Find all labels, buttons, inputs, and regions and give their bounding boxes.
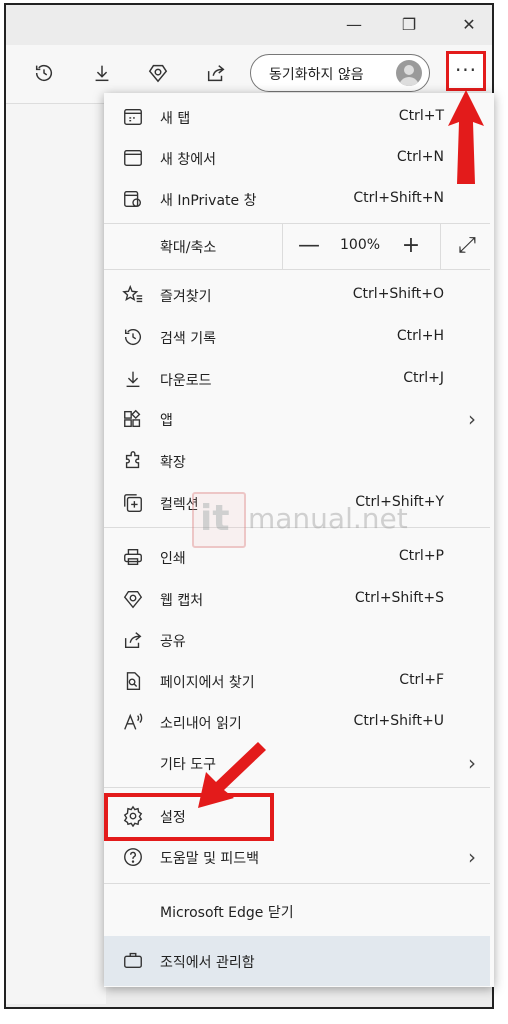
managed-label: 조직에서 관리함	[160, 955, 255, 971]
restore-button[interactable]: ❐	[396, 13, 422, 37]
shortcut-label: Ctrl+Shift+O	[352, 286, 444, 302]
history-icon	[122, 326, 144, 348]
find-icon	[122, 670, 144, 692]
avatar	[396, 60, 422, 86]
down-left-arrow-annotation	[198, 742, 266, 808]
menu-item-new-inprivate[interactable]: 새 InPrivate 창 Ctrl+Shift+N	[104, 179, 490, 219]
menu-item-label: 다운로드	[160, 373, 212, 389]
menu-item-label: 도움말 및 피드백	[160, 851, 260, 867]
menu-item-history[interactable]: 검색 기록 Ctrl+H	[104, 317, 490, 357]
zoom-row: 확대/축소 — 100% + ⤢	[104, 223, 490, 269]
close-window-button[interactable]: ✕	[456, 13, 482, 37]
collections-icon	[122, 492, 144, 514]
new-window-icon	[122, 147, 144, 169]
minimize-button[interactable]: —	[341, 13, 367, 37]
watermark-mark: it	[200, 498, 230, 539]
menu-item-label: 웹 캡처	[160, 593, 204, 609]
watermark-text: manual.net	[248, 502, 408, 535]
menu-item-new-tab[interactable]: 새 탭 Ctrl+T	[104, 97, 490, 137]
menu-item-downloads[interactable]: 다운로드 Ctrl+J	[104, 359, 490, 399]
web-capture-icon	[122, 588, 144, 610]
new-tab-icon	[122, 106, 144, 128]
page-content-area	[6, 104, 106, 1004]
menu-item-label: 인쇄	[160, 551, 186, 567]
zoom-divider	[440, 223, 441, 269]
shortcut-label: Ctrl+T	[398, 108, 444, 124]
shortcut-label: Ctrl+Shift+U	[353, 713, 444, 729]
menu-item-label: 검색 기록	[160, 331, 216, 347]
menu-item-label: 소리내어 읽기	[160, 716, 242, 732]
up-arrow-annotation	[448, 90, 484, 184]
chevron-right-icon: ›	[468, 407, 476, 431]
menu-item-help-feedback[interactable]: 도움말 및 피드백 ›	[104, 837, 490, 877]
download-icon[interactable]	[88, 59, 116, 87]
menu-item-share[interactable]: 공유	[104, 620, 490, 660]
menu-item-label: 공유	[160, 634, 186, 650]
menu-item-read-aloud[interactable]: 소리내어 읽기 Ctrl+Shift+U	[104, 702, 490, 742]
shortcut-label: Ctrl+F	[399, 672, 444, 688]
menu-item-label: 즐겨찾기	[160, 289, 212, 305]
apps-icon	[122, 408, 144, 430]
chevron-right-icon: ›	[468, 751, 476, 775]
managed-by-organization[interactable]: 조직에서 관리함	[104, 936, 490, 986]
menu-item-apps[interactable]: 앱 ›	[104, 399, 490, 439]
watermark: it manual.net	[192, 492, 422, 548]
menu-item-find-on-page[interactable]: 페이지에서 찾기 Ctrl+F	[104, 661, 490, 701]
menu-divider	[104, 787, 490, 788]
menu-divider	[104, 883, 490, 884]
menu-item-label: 앱	[160, 413, 173, 429]
briefcase-icon	[122, 949, 144, 971]
zoom-label: 확대/축소	[160, 240, 217, 256]
sync-status-label: 동기화하지 않음	[269, 67, 364, 83]
chevron-right-icon: ›	[468, 845, 476, 869]
menu-item-more-tools[interactable]: 기타 도구 ›	[104, 743, 490, 783]
zoom-level: 100%	[340, 237, 381, 253]
menu-item-label: 새 InPrivate 창	[160, 193, 257, 209]
shortcut-label: Ctrl+Shift+N	[353, 190, 444, 206]
settings-more-button[interactable]: ···	[446, 51, 486, 91]
menu-item-favorites[interactable]: 즐겨찾기 Ctrl+Shift+O	[104, 275, 490, 315]
shortcut-label: Ctrl+P	[398, 548, 444, 564]
fullscreen-button[interactable]: ⤢	[452, 231, 482, 261]
menu-item-label: 새 창에서	[160, 152, 216, 168]
zoom-divider	[282, 223, 283, 269]
shortcut-label: Ctrl+N	[396, 149, 444, 165]
history-icon[interactable]	[30, 59, 58, 87]
menu-item-new-window[interactable]: 새 창에서 Ctrl+N	[104, 138, 490, 178]
zoom-in-button[interactable]: +	[396, 231, 426, 261]
shortcut-label: Ctrl+J	[403, 370, 444, 386]
menu-item-label: 확장	[160, 455, 186, 471]
share-icon	[122, 629, 144, 651]
share-icon[interactable]	[202, 59, 230, 87]
profile-sync-button[interactable]: 동기화하지 않음	[250, 54, 430, 92]
inprivate-icon	[122, 188, 144, 210]
zoom-out-button[interactable]: —	[294, 231, 324, 261]
print-icon	[122, 546, 144, 568]
watermark-logo: it	[192, 492, 246, 548]
read-aloud-icon	[122, 711, 144, 733]
menu-item-extensions[interactable]: 확장	[104, 441, 490, 481]
menu-item-label: Microsoft Edge 닫기	[160, 905, 294, 921]
help-icon	[122, 846, 144, 868]
web-capture-icon[interactable]	[144, 59, 172, 87]
menu-divider	[104, 269, 490, 270]
shortcut-label: Ctrl+Shift+S	[354, 590, 444, 606]
extensions-icon	[122, 450, 144, 472]
favorites-icon	[122, 284, 144, 306]
shortcut-label: Ctrl+H	[396, 328, 444, 344]
title-bar: — ❐ ✕	[6, 5, 492, 45]
menu-item-close-edge[interactable]: Microsoft Edge 닫기	[104, 891, 490, 931]
download-icon	[122, 368, 144, 390]
menu-item-web-capture[interactable]: 웹 캡처 Ctrl+Shift+S	[104, 579, 490, 619]
more-icon: ···	[454, 58, 478, 82]
menu-item-label: 새 탭	[160, 111, 191, 127]
menu-item-label: 페이지에서 찾기	[160, 675, 255, 691]
